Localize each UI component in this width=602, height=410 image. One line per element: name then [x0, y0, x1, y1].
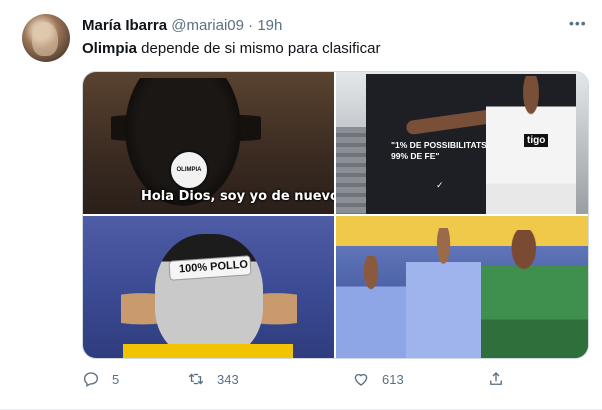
- substitute-player-3: [481, 230, 588, 358]
- media-image-3[interactable]: 100% POLLO: [83, 216, 334, 358]
- author-handle[interactable]: @mariai09: [171, 17, 244, 34]
- media-grid: OLIMPIA Hola Dios, soy yo de nuevo "1% D…: [82, 71, 589, 359]
- substitute-player-1: [336, 256, 406, 358]
- media-image-4[interactable]: [336, 216, 588, 358]
- media-caption-1: Hola Dios, soy yo de nuevo: [141, 189, 334, 204]
- club-badge-icon: OLIMPIA: [169, 150, 209, 190]
- media-image-1[interactable]: OLIMPIA Hola Dios, soy yo de nuevo: [83, 72, 334, 214]
- tweet-header: María Ibarra @mariai09 · 19h: [82, 17, 282, 34]
- share-icon: [490, 372, 502, 385]
- more-dots-icon[interactable]: •••: [569, 16, 587, 34]
- avatar[interactable]: [22, 14, 70, 62]
- reply-button[interactable]: 5: [82, 368, 119, 390]
- tweet-text: Olimpia depende de si mismo para clasifi…: [82, 40, 380, 57]
- share-button[interactable]: [487, 368, 505, 390]
- shirt-shape: [123, 344, 293, 358]
- reply-icon: [83, 372, 99, 387]
- tweet-text-body: depende de si mismo para clasificar: [137, 40, 381, 57]
- media-caption-2: "1% DE POSSIBILITATS, 99% DE FE": [391, 140, 489, 162]
- tweet-time[interactable]: 19h: [257, 17, 282, 34]
- retweet-count: 343: [217, 371, 239, 387]
- tweet-text-mention: Olimpia: [82, 40, 138, 57]
- sponsor-label: tigo: [524, 134, 549, 147]
- retweet-button[interactable]: 343: [187, 368, 239, 390]
- swoosh-icon: ✓: [436, 180, 444, 190]
- retweet-icon: [188, 373, 204, 385]
- like-button[interactable]: 613: [352, 368, 404, 390]
- media-image-2[interactable]: "1% DE POSSIBILITATS, 99% DE FE" ✓ tigo: [336, 72, 588, 214]
- media-caption-2-line1: "1% DE POSSIBILITATS,: [391, 140, 490, 150]
- tweet-card[interactable]: María Ibarra @mariai09 · 19h ••• Olimpia…: [0, 0, 602, 410]
- like-count: 613: [382, 371, 404, 387]
- author-name[interactable]: María Ibarra: [82, 17, 167, 34]
- heart-icon: [354, 373, 368, 386]
- player-face-image: [155, 234, 263, 358]
- separator-dot: ·: [248, 17, 254, 34]
- tweet-actions: 5 343 613: [82, 368, 587, 390]
- reply-count: 5: [112, 371, 120, 387]
- substitute-player-2: [406, 228, 481, 358]
- media-caption-2-line2: 99% DE FE": [391, 151, 440, 161]
